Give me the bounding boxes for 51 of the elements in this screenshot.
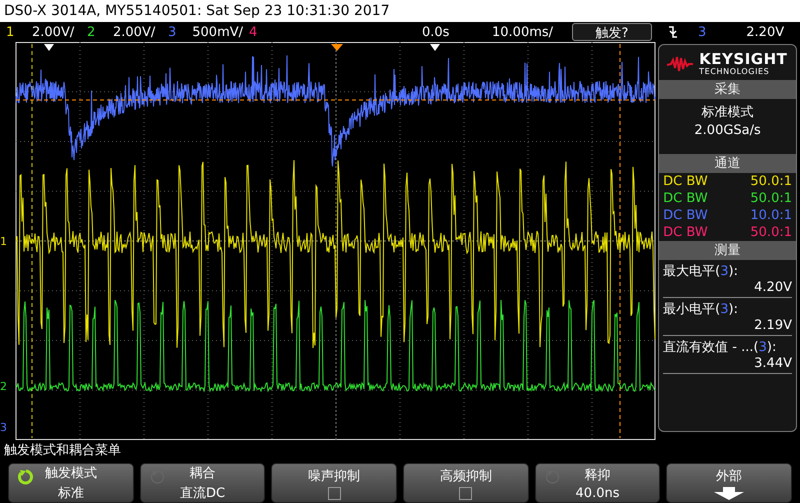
channel-number[interactable]: 1 xyxy=(6,24,18,40)
measurement-value: 3.44V xyxy=(753,356,792,373)
softkey[interactable]: 耦合 直流DC xyxy=(140,463,266,503)
channel-ground-marker[interactable]: 2 xyxy=(0,381,7,393)
sample-rate: 2.00GSa/s xyxy=(694,123,761,138)
time-reference-marker xyxy=(44,44,54,51)
channel-scale: 500mV/ xyxy=(192,24,243,40)
measurement-value: 4.20V xyxy=(753,280,792,297)
window-title: DS0-X 3014A, MY55140501: Sat Sep 23 10:31:30 2017 xyxy=(0,0,800,22)
channel-coupling: DC BW xyxy=(663,191,708,206)
channel-scale: 2.00V/ xyxy=(113,24,156,40)
falling-edge-icon xyxy=(668,26,678,38)
wave-logo-icon xyxy=(667,56,694,72)
time-reference-marker xyxy=(430,44,440,51)
measurement-label: 最大电平(3): xyxy=(663,263,739,280)
trigger-position-marker xyxy=(331,44,343,51)
channel-number[interactable]: 4 xyxy=(249,24,261,40)
probe-ratio: 50.0:1 xyxy=(750,174,792,189)
channel-ground-marker[interactable]: 1 xyxy=(0,236,7,248)
softkey[interactable]: 外部 xyxy=(666,463,792,503)
probe-ratio: 50.0:1 xyxy=(750,225,792,240)
trigger-source: 3 xyxy=(698,24,706,40)
channel-number[interactable]: 3 xyxy=(168,24,178,40)
channel-ground-marker[interactable]: 3 xyxy=(0,422,7,434)
channel-coupling: DC BW xyxy=(663,174,708,189)
softkey[interactable]: 噪声抑制 xyxy=(271,463,398,503)
acquisition-mode: 标准模式 xyxy=(702,104,754,121)
time-delay: 0.0s xyxy=(422,24,450,40)
section-header: 采集 xyxy=(659,80,796,99)
down-arrow-icon xyxy=(714,486,744,500)
probe-ratio: 10.0:1 xyxy=(750,208,792,223)
measurement-value: 2.19V xyxy=(753,318,792,335)
channel-coupling: DC BW xyxy=(663,225,708,240)
trigger-level: 2.20V xyxy=(746,24,784,40)
checkbox[interactable] xyxy=(328,486,341,500)
probe-ratio: 50.0:1 xyxy=(750,191,792,206)
time-scale: 10.00ms/ xyxy=(492,24,554,40)
channel-number[interactable]: 2 xyxy=(87,24,99,40)
softkey[interactable]: 触发模式 标准 xyxy=(8,463,134,503)
channel-scale: 2.00V/ xyxy=(32,24,74,40)
softkey[interactable]: 释抑 40.0ns xyxy=(534,463,660,503)
channel-coupling: DC BW xyxy=(663,208,708,223)
measurement-label: 直流有效值 - ...(3): xyxy=(663,339,778,356)
trigger-status[interactable]: 触发? xyxy=(572,23,652,41)
section-header: 通道 xyxy=(659,154,796,173)
softkey[interactable]: 高频抑制 xyxy=(403,463,529,503)
section-header: 测量 xyxy=(659,241,796,260)
checkbox[interactable] xyxy=(459,486,472,500)
brand-subtitle: TECHNOLOGIES xyxy=(699,67,770,76)
measurement-label: 最小电平(3): xyxy=(663,301,739,318)
brand-name: KEYSIGHT xyxy=(699,51,788,67)
